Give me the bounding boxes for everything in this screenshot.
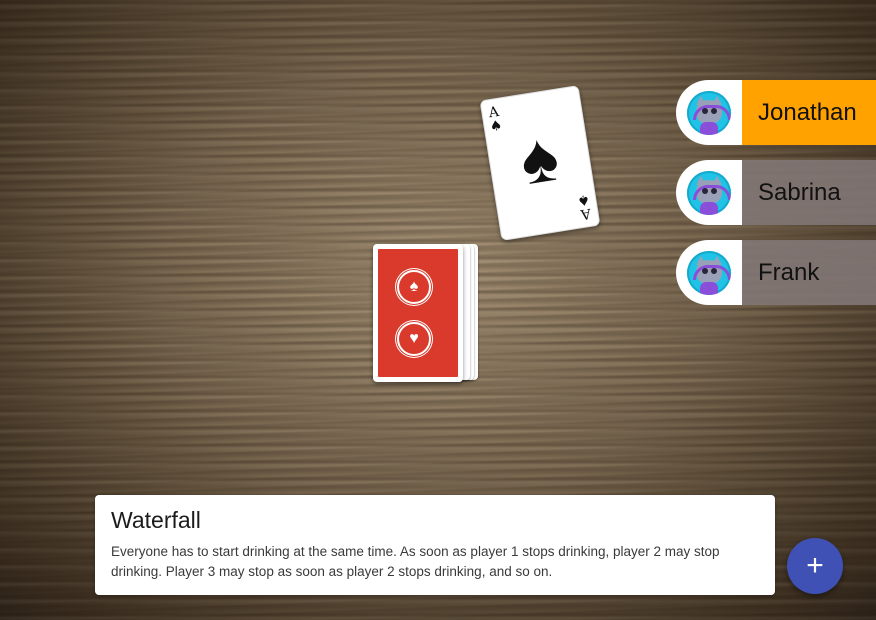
rule-description: Everyone has to start drinking at the sa…	[111, 544, 720, 579]
plus-icon: +	[806, 549, 824, 582]
player-row-frank[interactable]: Frank	[676, 240, 876, 305]
player-name: Frank	[742, 240, 876, 305]
spade-icon: ♠	[514, 116, 564, 200]
avatar	[687, 90, 731, 135]
card-corner-bottom: A ♠	[576, 190, 593, 223]
add-player-button[interactable]: +	[787, 538, 843, 594]
rule-title: Waterfall	[111, 507, 201, 533]
player-name: Jonathan	[742, 80, 876, 145]
card-back-seal: ♥	[395, 320, 433, 358]
avatar	[687, 250, 731, 295]
card-back-seal: ♠	[395, 268, 433, 306]
drawn-card: A ♠ ♠ A ♠	[479, 85, 601, 241]
avatar-frame	[676, 240, 742, 305]
avatar-frame	[676, 160, 742, 225]
player-row-sabrina[interactable]: Sabrina	[676, 160, 876, 225]
avatar-frame	[676, 80, 742, 145]
spade-icon: ♠	[409, 278, 419, 295]
player-name: Sabrina	[742, 160, 876, 225]
rule-panel: Waterfall Everyone has to start drinking…	[95, 495, 775, 595]
heart-icon: ♥	[409, 330, 419, 347]
deck-top-card[interactable]: ♠ ♥	[373, 244, 463, 382]
avatar	[687, 170, 731, 215]
game-table: { "players": [ {"name": "Jonathan", "act…	[0, 0, 876, 620]
player-row-jonathan[interactable]: Jonathan	[676, 80, 876, 145]
